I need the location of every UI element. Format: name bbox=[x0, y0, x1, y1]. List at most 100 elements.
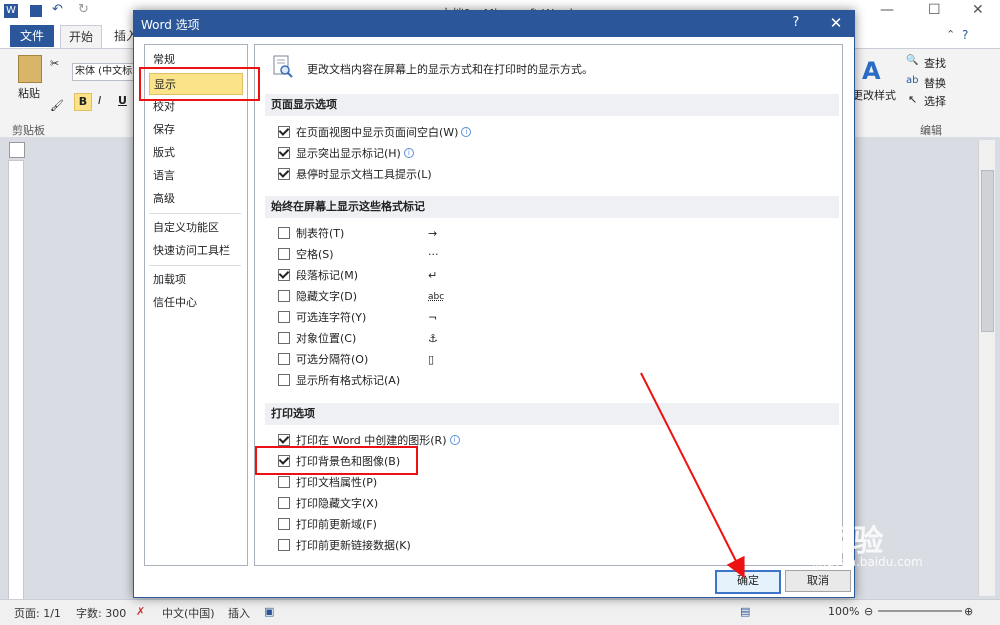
nav-trust-center[interactable]: 信任中心 bbox=[149, 292, 243, 314]
replace-icon[interactable]: ab bbox=[906, 75, 918, 86]
option-show-tooltips[interactable]: 悬停时显示文档工具提示(L) bbox=[278, 167, 432, 183]
checkbox[interactable] bbox=[278, 374, 290, 386]
chevron-up-icon[interactable]: ⌃ bbox=[946, 28, 955, 41]
option-print-hidden-text[interactable]: 打印隐藏文字(X) bbox=[278, 496, 378, 512]
paste-button[interactable]: 粘贴 bbox=[18, 85, 40, 101]
font-name-select[interactable]: 宋体 (中文标 bbox=[72, 63, 134, 81]
option-label: 悬停时显示文档工具提示(L) bbox=[296, 168, 432, 181]
option-paragraph-marks[interactable]: 段落标记(M) ↵ bbox=[278, 268, 458, 284]
option-update-links[interactable]: 打印前更新链接数据(K) bbox=[278, 538, 411, 554]
paste-icon[interactable] bbox=[18, 55, 42, 83]
proofing-icon[interactable]: ✗ bbox=[136, 605, 145, 618]
info-icon: i bbox=[449, 435, 460, 445]
dialog-help-button[interactable]: ? bbox=[783, 12, 809, 34]
option-print-properties[interactable]: 打印文档属性(P) bbox=[278, 475, 377, 491]
checkbox[interactable] bbox=[278, 311, 290, 323]
option-label: 对象位置(C) bbox=[296, 332, 357, 345]
option-optional-hyphens[interactable]: 可选连字符(Y) ¬ bbox=[278, 310, 458, 326]
select-button[interactable]: 选择 bbox=[924, 93, 946, 109]
nav-add-ins[interactable]: 加载项 bbox=[149, 269, 243, 291]
option-show-white-space[interactable]: 在页面视图中显示页面间空白(W) i bbox=[278, 125, 472, 141]
change-styles-button[interactable]: 更改样式 bbox=[852, 87, 896, 103]
change-styles-icon[interactable]: A bbox=[862, 57, 881, 85]
maximize-button[interactable]: ☐ bbox=[928, 2, 941, 18]
section-format-marks: 始终在屏幕上显示这些格式标记 bbox=[265, 196, 839, 218]
zoom-slider[interactable] bbox=[878, 610, 962, 612]
ruler-toggle-icon[interactable] bbox=[9, 142, 25, 158]
option-object-anchors[interactable]: 对象位置(C) ⚓ bbox=[278, 331, 458, 347]
status-language[interactable]: 中文(中国) bbox=[162, 605, 215, 621]
checkbox[interactable] bbox=[278, 332, 290, 344]
status-page[interactable]: 页面: 1/1 bbox=[14, 605, 61, 621]
dialog-close-button[interactable]: ✕ bbox=[823, 12, 849, 34]
checkbox[interactable] bbox=[278, 290, 290, 302]
section-page-display: 页面显示选项 bbox=[265, 94, 839, 116]
nav-separator bbox=[149, 213, 241, 214]
nav-quick-access-toolbar[interactable]: 快速访问工具栏 bbox=[149, 240, 243, 262]
checkbox[interactable] bbox=[278, 227, 290, 239]
option-spaces[interactable]: 空格(S) ··· bbox=[278, 247, 458, 263]
checkbox[interactable] bbox=[278, 434, 290, 446]
select-icon[interactable]: ↖ bbox=[908, 93, 917, 106]
replace-button[interactable]: 替换 bbox=[924, 75, 946, 91]
cut-icon[interactable]: ✂ bbox=[50, 57, 59, 70]
checkbox[interactable] bbox=[278, 126, 290, 138]
print-layout-icon[interactable]: ▤ bbox=[740, 605, 750, 618]
italic-button[interactable]: I bbox=[98, 94, 101, 107]
nav-layout[interactable]: 版式 bbox=[149, 142, 243, 164]
tab-home[interactable]: 开始 bbox=[60, 25, 103, 48]
bold-button[interactable]: B bbox=[74, 93, 92, 111]
zoom-in-icon[interactable]: ⊕ bbox=[964, 605, 973, 618]
checkbox[interactable] bbox=[278, 168, 290, 180]
scrollbar-thumb[interactable] bbox=[981, 170, 994, 332]
highlight-print-background bbox=[255, 446, 418, 475]
option-tab-characters[interactable]: 制表符(T) → bbox=[278, 226, 458, 242]
ok-button[interactable]: 确定 bbox=[715, 570, 781, 594]
option-hidden-text[interactable]: 隐藏文字(D) abc bbox=[278, 289, 458, 305]
option-update-fields[interactable]: 打印前更新域(F) bbox=[278, 517, 377, 533]
close-window-button[interactable]: ✕ bbox=[972, 2, 984, 18]
status-zoom[interactable]: 100% bbox=[828, 605, 859, 618]
cancel-button[interactable]: 取消 bbox=[785, 570, 851, 592]
option-label: 隐藏文字(D) bbox=[296, 290, 358, 303]
checkbox[interactable] bbox=[278, 518, 290, 530]
nav-customize-ribbon[interactable]: 自定义功能区 bbox=[149, 217, 243, 239]
options-content: 更改文档内容在屏幕上的显示方式和在打印时的显示方式。 页面显示选项 在页面视图中… bbox=[254, 44, 843, 566]
option-show-all-marks[interactable]: 显示所有格式标记(A) bbox=[278, 373, 400, 389]
dialog-body: 常规 显示 校对 保存 版式 语言 高级 自定义功能区 快速访问工具栏 加载项 … bbox=[134, 37, 854, 597]
nav-language[interactable]: 语言 bbox=[149, 165, 243, 187]
option-label: 打印前更新链接数据(K) bbox=[296, 539, 411, 552]
anchor-icon: ⚓ bbox=[428, 332, 438, 345]
zoom-out-icon[interactable]: ⊖ bbox=[864, 605, 873, 618]
checkbox[interactable] bbox=[278, 147, 290, 159]
format-painter-icon[interactable]: 🖌 bbox=[50, 99, 64, 112]
checkbox[interactable] bbox=[278, 539, 290, 551]
checkbox[interactable] bbox=[278, 497, 290, 509]
option-show-highlighter[interactable]: 显示突出显示标记(H) i bbox=[278, 146, 414, 162]
nav-save[interactable]: 保存 bbox=[149, 119, 243, 141]
vertical-scrollbar[interactable] bbox=[978, 140, 995, 596]
break-mark-icon: ▯ bbox=[428, 353, 435, 366]
minimize-button[interactable]: — bbox=[880, 2, 894, 18]
save-icon[interactable] bbox=[30, 5, 42, 17]
redo-icon[interactable]: ↻ bbox=[78, 2, 89, 17]
status-words[interactable]: 字数: 300 bbox=[76, 605, 126, 621]
find-icon[interactable]: 🔍 bbox=[906, 55, 918, 66]
nav-advanced[interactable]: 高级 bbox=[149, 188, 243, 210]
undo-icon[interactable]: ↶ bbox=[52, 2, 63, 17]
checkbox[interactable] bbox=[278, 269, 290, 281]
help-icon[interactable]: ? bbox=[962, 28, 968, 42]
option-label: 显示突出显示标记(H) bbox=[296, 147, 401, 160]
checkbox[interactable] bbox=[278, 248, 290, 260]
checkbox[interactable] bbox=[278, 353, 290, 365]
hyphen-mark-icon: ¬ bbox=[428, 311, 438, 324]
find-button[interactable]: 查找 bbox=[924, 55, 946, 71]
checkbox[interactable] bbox=[278, 476, 290, 488]
status-mode[interactable]: 插入 bbox=[228, 605, 250, 621]
underline-button[interactable]: U bbox=[118, 94, 127, 107]
option-optional-breaks[interactable]: 可选分隔符(O) ▯ bbox=[278, 352, 458, 368]
vertical-ruler bbox=[8, 160, 24, 602]
macro-icon[interactable]: ▣ bbox=[264, 605, 274, 618]
option-label: 显示所有格式标记(A) bbox=[296, 374, 401, 387]
tab-file[interactable]: 文件 bbox=[10, 25, 54, 47]
